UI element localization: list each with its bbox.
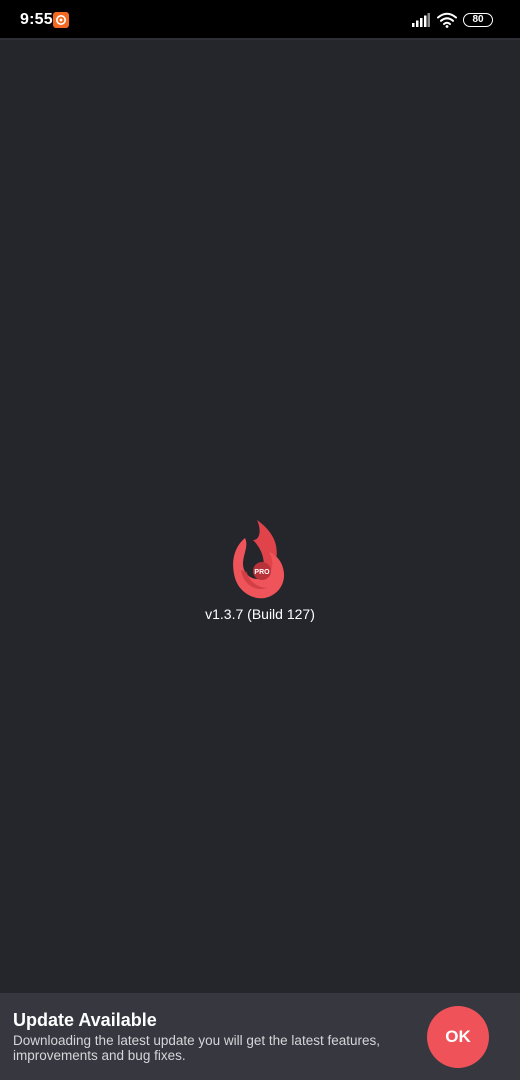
- battery-icon: 80: [463, 13, 493, 27]
- app-logo-flame-icon: PRO: [231, 518, 289, 604]
- status-bar: 9:55 80: [0, 0, 520, 40]
- app-screen: 9:55 80 PRO v1.3.7 (Build 127) Update Av…: [0, 0, 520, 1080]
- notification-app-icon: [53, 12, 69, 28]
- logo-badge-text: PRO: [254, 569, 270, 576]
- version-label: v1.3.7 (Build 127): [205, 606, 315, 622]
- signal-icon: [412, 13, 430, 32]
- update-banner: Update Available Downloading the latest …: [0, 993, 520, 1080]
- update-title: Update Available: [13, 1010, 157, 1030]
- battery-level: 80: [472, 14, 484, 25]
- ok-button[interactable]: OK: [427, 1006, 489, 1068]
- wifi-icon: [437, 12, 457, 33]
- update-message: Downloading the latest update you will g…: [13, 1033, 380, 1063]
- status-time: 9:55: [20, 11, 53, 28]
